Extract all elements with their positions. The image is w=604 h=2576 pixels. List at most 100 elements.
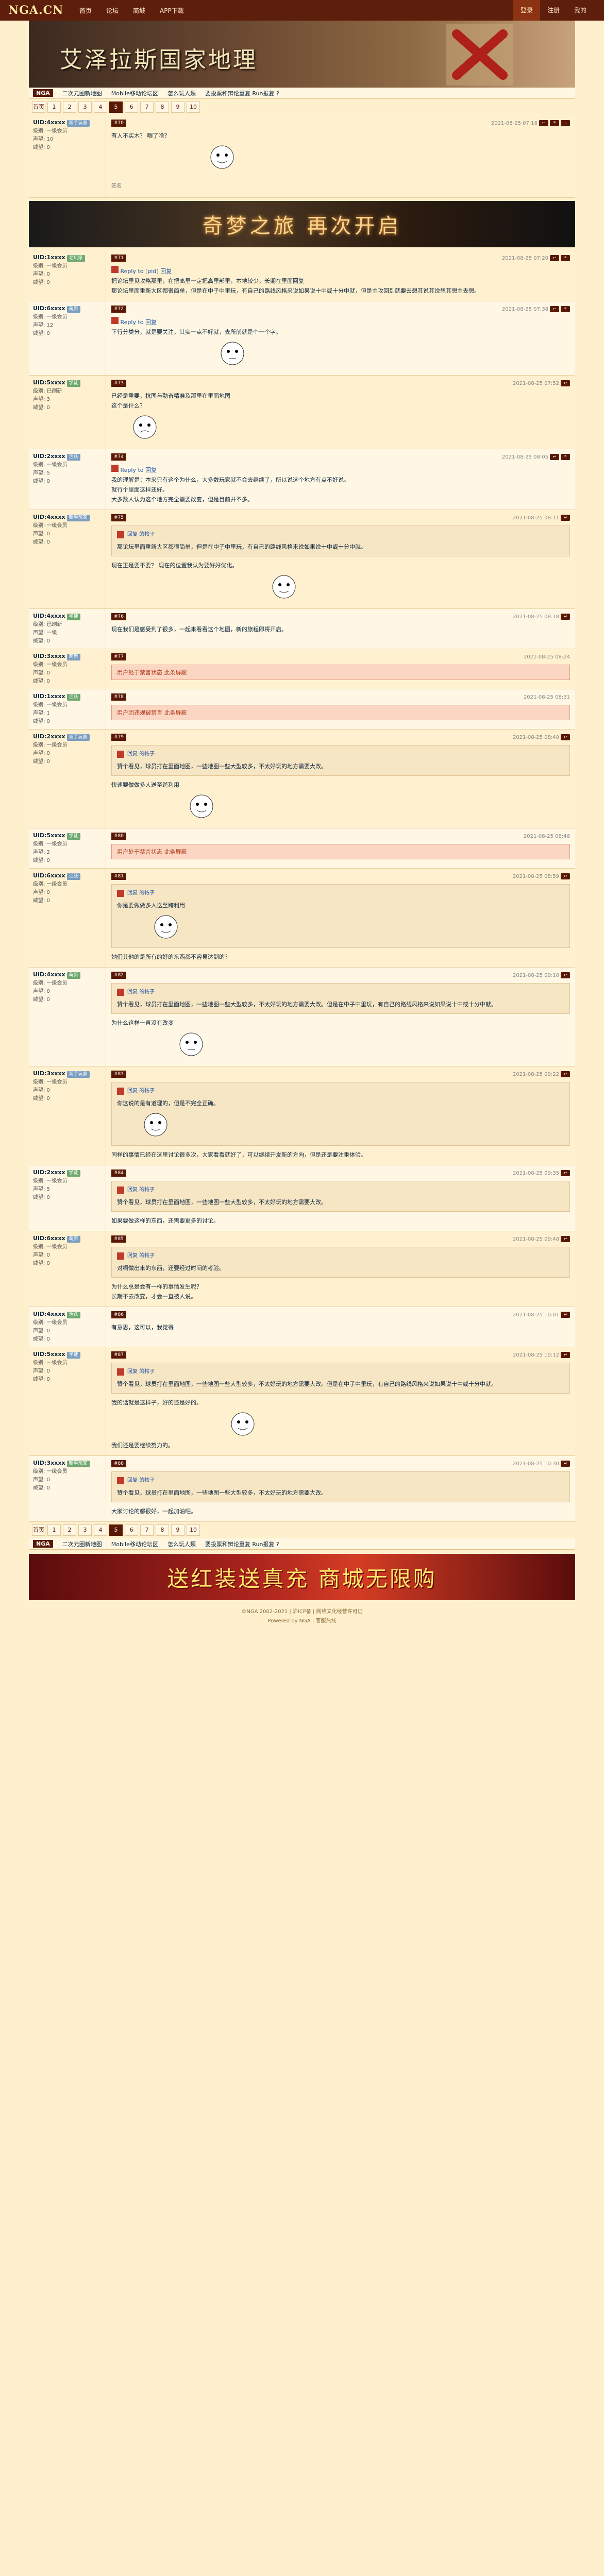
floor-number[interactable]: #88 bbox=[111, 1460, 126, 1467]
site-logo[interactable]: NGA.CN bbox=[8, 4, 65, 17]
nav-forum[interactable]: 论坛 bbox=[106, 6, 119, 15]
pager-first[interactable]: 首页 bbox=[32, 101, 45, 113]
reply-to-link[interactable]: Reply to [pid] 回复 bbox=[121, 268, 172, 275]
quote-icon[interactable]: ❝ bbox=[550, 120, 559, 126]
reply-icon[interactable]: ↩ bbox=[539, 120, 548, 126]
author-uid[interactable]: UID:2xxxx bbox=[33, 453, 65, 460]
nav-home[interactable]: 首页 bbox=[79, 6, 92, 15]
quote-author-link[interactable]: 回复 的帖子 bbox=[127, 1367, 155, 1377]
author-uid[interactable]: UID:6xxxx bbox=[33, 1235, 65, 1242]
reply-icon[interactable]: ↩ bbox=[550, 306, 559, 312]
floor-number[interactable]: #87 bbox=[111, 1351, 126, 1359]
floor-number[interactable]: #75 bbox=[111, 514, 126, 521]
quicklink-item[interactable]: Mobile移动论坛区 bbox=[111, 1540, 158, 1548]
reply-icon[interactable]: ↩ bbox=[561, 873, 570, 879]
reply-icon[interactable]: ↩ bbox=[550, 454, 559, 460]
floor-number[interactable]: #84 bbox=[111, 1170, 126, 1177]
pager-page-current[interactable]: 5 bbox=[109, 101, 123, 113]
reply-icon[interactable]: ↩ bbox=[561, 1312, 570, 1318]
more-icon[interactable]: … bbox=[561, 120, 570, 126]
floor-number[interactable]: #80 bbox=[111, 833, 126, 840]
floor-number[interactable]: #82 bbox=[111, 972, 126, 979]
author-uid[interactable]: UID:1xxxx bbox=[33, 693, 65, 700]
author-uid[interactable]: UID:3xxxx bbox=[33, 653, 65, 659]
pager-page[interactable]: 2 bbox=[63, 1524, 76, 1536]
pager-page[interactable]: 3 bbox=[78, 1524, 92, 1536]
quote-icon[interactable]: ❝ bbox=[561, 306, 570, 312]
pager-page[interactable]: 10 bbox=[187, 1524, 200, 1536]
pager-page[interactable]: 1 bbox=[47, 1524, 61, 1536]
floor-number[interactable]: #74 bbox=[111, 453, 126, 461]
quote-author-link[interactable]: 回复 的帖子 bbox=[127, 988, 155, 997]
reply-icon[interactable]: ↩ bbox=[550, 255, 559, 261]
author-uid[interactable]: UID:5xxxx bbox=[33, 379, 65, 386]
quicklink-item[interactable]: 怎么玩人類 bbox=[167, 89, 196, 97]
quote-author-link[interactable]: 回复 的帖子 bbox=[127, 1185, 155, 1195]
pager-page[interactable]: 7 bbox=[140, 1524, 154, 1536]
reply-icon[interactable]: ↩ bbox=[561, 972, 570, 978]
author-uid[interactable]: UID:4xxxx bbox=[33, 1311, 65, 1317]
pager-page[interactable]: 9 bbox=[171, 1524, 184, 1536]
floor-number[interactable]: #73 bbox=[111, 380, 126, 387]
pager-page[interactable]: 4 bbox=[94, 101, 107, 113]
reply-icon[interactable]: ↩ bbox=[561, 734, 570, 740]
quote-author-link[interactable]: 回复 的帖子 bbox=[127, 750, 155, 759]
pager-page[interactable]: 1 bbox=[47, 101, 61, 113]
quicklink-item[interactable]: 二次元圈新地图 bbox=[62, 89, 102, 97]
quicklink-item[interactable]: 二次元圈新地图 bbox=[62, 1540, 102, 1548]
author-uid[interactable]: UID:2xxxx bbox=[33, 733, 65, 740]
author-uid[interactable]: UID:3xxxx bbox=[33, 1070, 65, 1077]
reply-icon[interactable]: ↩ bbox=[561, 1170, 570, 1176]
quote-author-link[interactable]: 回复 的帖子 bbox=[127, 1476, 155, 1485]
author-uid[interactable]: UID:1xxxx bbox=[33, 254, 65, 261]
pager-first[interactable]: 首页 bbox=[32, 1524, 45, 1536]
pager-page[interactable]: 8 bbox=[156, 101, 169, 113]
reply-icon[interactable]: ↩ bbox=[561, 1461, 570, 1467]
author-uid[interactable]: UID:4xxxx bbox=[33, 119, 65, 126]
reply-icon[interactable]: ↩ bbox=[561, 515, 570, 521]
author-uid[interactable]: UID:6xxxx bbox=[33, 872, 65, 879]
floor-number[interactable]: #83 bbox=[111, 1071, 126, 1078]
author-uid[interactable]: UID:5xxxx bbox=[33, 832, 65, 839]
floor-number[interactable]: #79 bbox=[111, 734, 126, 741]
floor-number[interactable]: #85 bbox=[111, 1235, 126, 1243]
reply-icon[interactable]: ↩ bbox=[561, 614, 570, 620]
pager-page[interactable]: 6 bbox=[125, 1524, 138, 1536]
reply-icon[interactable]: ↩ bbox=[561, 380, 570, 386]
floor-number[interactable]: #77 bbox=[111, 653, 126, 660]
quote-author-link[interactable]: 回复 的帖子 bbox=[127, 889, 155, 898]
author-uid[interactable]: UID:2xxxx bbox=[33, 1169, 65, 1176]
reply-icon[interactable]: ↩ bbox=[561, 1352, 570, 1358]
author-uid[interactable]: UID:4xxxx bbox=[33, 613, 65, 619]
reply-to-link[interactable]: Reply to 回复 bbox=[121, 467, 157, 473]
quicklink-item[interactable]: 要投票和辩论重复 Run报复 ? bbox=[205, 1540, 279, 1548]
reply-icon[interactable]: ↩ bbox=[561, 1071, 570, 1077]
pager-page[interactable]: 8 bbox=[156, 1524, 169, 1536]
pager-page[interactable]: 7 bbox=[140, 101, 154, 113]
register-link[interactable]: 注册 bbox=[540, 0, 567, 21]
floor-number[interactable]: #81 bbox=[111, 873, 126, 880]
floor-number[interactable]: #86 bbox=[111, 1311, 126, 1318]
author-uid[interactable]: UID:3xxxx bbox=[33, 1460, 65, 1466]
quote-icon[interactable]: ❝ bbox=[561, 255, 570, 261]
author-uid[interactable]: UID:4xxxx bbox=[33, 514, 65, 520]
pager-page[interactable]: 2 bbox=[63, 101, 76, 113]
pager-page-current[interactable]: 5 bbox=[109, 1524, 123, 1536]
quicklink-item[interactable]: 要投票和辩论重复 Run报复 ? bbox=[205, 89, 279, 97]
floor-number[interactable]: #76 bbox=[111, 613, 126, 620]
floor-number[interactable]: #70 bbox=[111, 120, 126, 127]
pager-page[interactable]: 6 bbox=[125, 101, 138, 113]
quote-icon[interactable]: ❝ bbox=[561, 454, 570, 460]
author-uid[interactable]: UID:5xxxx bbox=[33, 1351, 65, 1358]
author-uid[interactable]: UID:6xxxx bbox=[33, 305, 65, 312]
floor-number[interactable]: #78 bbox=[111, 693, 126, 701]
pager-page[interactable]: 10 bbox=[187, 101, 200, 113]
ad-banner[interactable]: 奇梦之旅 再次开启 bbox=[29, 201, 575, 247]
quicklink-item[interactable]: 怎么玩人類 bbox=[167, 1540, 196, 1548]
reply-icon[interactable]: ↩ bbox=[561, 1236, 570, 1242]
quicklink-item[interactable]: Mobile移动论坛区 bbox=[111, 89, 158, 97]
floor-number[interactable]: #72 bbox=[111, 306, 126, 313]
quote-author-link[interactable]: 回复 的帖子 bbox=[127, 1251, 155, 1261]
nav-shop[interactable]: 商城 bbox=[133, 6, 145, 15]
reply-to-link[interactable]: Reply to 回复 bbox=[121, 319, 157, 326]
